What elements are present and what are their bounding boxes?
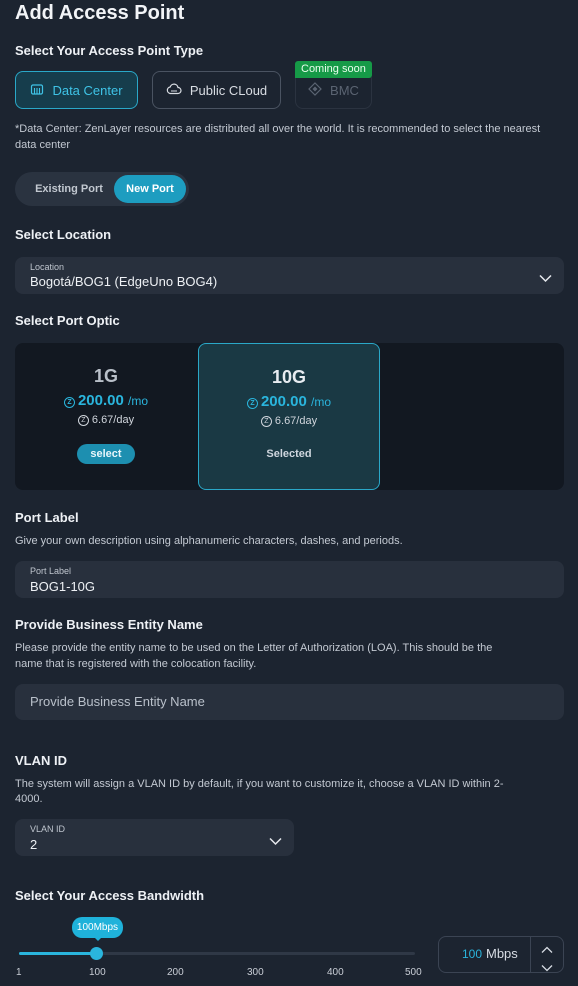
data-center-note: *Data Center: ZenLayer resources are dis… <box>15 123 541 151</box>
location-select[interactable]: Location Bogotá/BOG1 (EdgeUno BOG4) <box>15 257 564 294</box>
data-center-label: Data Center <box>52 82 123 98</box>
new-port-tab[interactable]: New Port <box>114 175 186 203</box>
port-label-input[interactable]: Port Label BOG1-10G <box>15 561 564 598</box>
business-desc-line1: Please provide the entity name to be use… <box>15 642 493 654</box>
port-label-value: BOG1-10G <box>30 579 96 594</box>
chevron-down-icon <box>539 270 552 288</box>
optic-card-10g[interactable]: 10G Z 200.00 /mo Z 6.67/day Selected <box>198 343 380 490</box>
bandwidth-stepper <box>530 937 564 972</box>
optic-card-1g[interactable]: 1G Z 200.00 /mo Z 6.67/day select <box>15 343 197 490</box>
bandwidth-heading: Select Your Access Bandwidth <box>15 888 205 903</box>
vlan-id-select[interactable]: VLAN ID 2 <box>15 819 294 856</box>
optic-daily: Z 6.67/day <box>199 415 379 427</box>
existing-port-tab[interactable]: Existing Port <box>23 175 115 203</box>
bandwidth-unit: Mbps <box>486 946 518 961</box>
optic-size: 10G <box>271 367 307 387</box>
slider-tick: 100 <box>89 967 106 978</box>
chevron-down-icon <box>269 833 282 851</box>
bandwidth-tooltip: 100Mbps <box>72 917 123 941</box>
port-label-heading: Port Label <box>15 510 79 525</box>
bmc-label: BMC <box>330 82 359 98</box>
coin-icon: Z <box>77 415 89 426</box>
slider-tick: 200 <box>167 967 184 978</box>
optic-daily: Z 6.67/day <box>15 414 197 426</box>
coin-icon: Z <box>63 397 75 408</box>
vlan-desc-line1: The system will assign a VLAN ID by defa… <box>15 778 504 790</box>
chevron-up-icon[interactable] <box>541 941 553 959</box>
port-optic-panel: 1G Z 200.00 /mo Z 6.67/day select 10G Z 200… <box>15 343 564 490</box>
optic-size: 1G <box>93 366 118 386</box>
type-heading: Select Your Access Point Type <box>15 43 204 58</box>
optic-price: Z 200.00 /mo <box>199 393 379 410</box>
slider-tick: 400 <box>327 967 344 978</box>
business-entity-placeholder: Provide Business Entity Name <box>30 694 205 709</box>
datacenter-icon <box>30 82 44 99</box>
page-title: Add Access Point <box>15 2 185 24</box>
data-center-button[interactable]: Data Center <box>15 71 138 109</box>
port-label-field-label: Port Label <box>30 566 72 576</box>
coin-icon: Z <box>246 398 258 409</box>
cloud-icon <box>166 82 182 99</box>
bandwidth-slider-handle[interactable] <box>90 947 103 960</box>
optic-heading: Select Port Optic <box>15 313 120 328</box>
optic-price: Z 200.00 /mo <box>15 392 197 409</box>
vlan-value: 2 <box>30 837 38 852</box>
slider-tick: 300 <box>247 967 264 978</box>
diamond-icon <box>308 81 322 99</box>
public-cloud-button[interactable]: Public CLoud <box>152 71 281 109</box>
public-cloud-label: Public CLoud <box>189 82 268 98</box>
bandwidth-slider-fill <box>19 952 97 955</box>
coming-soon-badge: Coming soon <box>295 61 372 78</box>
chevron-down-icon[interactable] <box>541 959 553 977</box>
location-heading: Select Location <box>15 227 112 242</box>
business-desc-line2: name that is registered with the colocat… <box>15 658 257 670</box>
port-label-desc: Give your own description using alphanum… <box>15 535 403 547</box>
vlan-field-label: VLAN ID <box>30 824 66 834</box>
business-heading: Provide Business Entity Name <box>15 617 203 632</box>
selected-label: Selected <box>266 448 312 460</box>
vlan-heading: VLAN ID <box>15 753 67 768</box>
business-entity-input[interactable]: Provide Business Entity Name <box>15 684 564 720</box>
coin-icon: Z <box>260 416 272 427</box>
slider-tick: 500 <box>405 967 422 978</box>
vlan-desc-line2: 4000. <box>15 793 43 805</box>
location-field-label: Location <box>30 262 65 272</box>
slider-tick: 1 <box>16 967 22 978</box>
bandwidth-value: 100 <box>462 947 483 961</box>
port-mode-toggle: Existing Port New Port <box>15 172 189 206</box>
location-value: Bogotá/BOG1 (EdgeUno BOG4) <box>30 274 218 289</box>
select-button[interactable]: select <box>77 444 135 464</box>
